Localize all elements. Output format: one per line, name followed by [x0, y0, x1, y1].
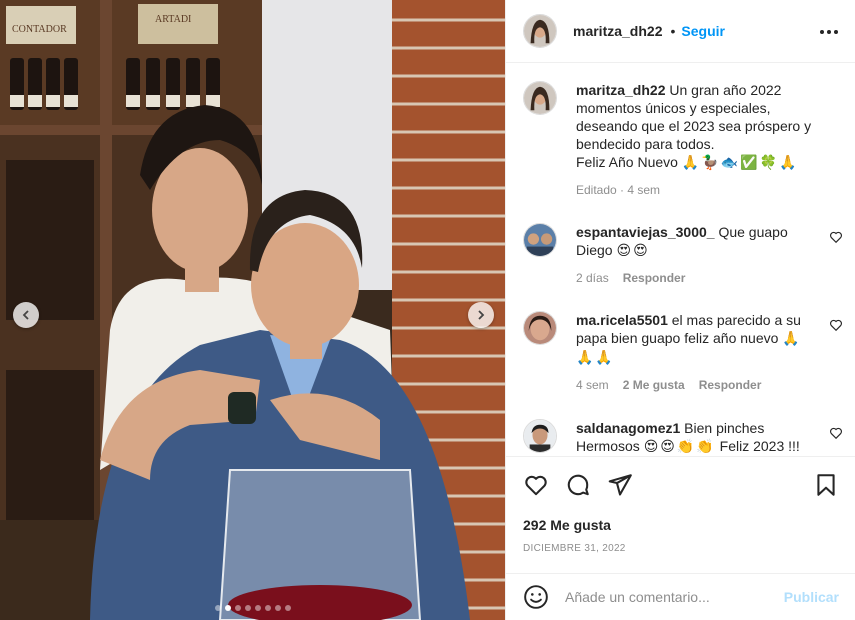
- caption-emojis: 🙏🦆🐟✅🍀🙏: [681, 155, 799, 171]
- author-avatar[interactable]: [523, 14, 557, 48]
- post-photo[interactable]: CONTADOR ARTADI: [0, 0, 505, 620]
- caption: maritza_dh22 Un gran año 2022 momentos ú…: [523, 81, 843, 199]
- follow-button[interactable]: Seguir: [681, 23, 725, 39]
- comment-avatar-image: [524, 312, 556, 344]
- carousel-dot: [224, 605, 231, 611]
- post-actions: 292 Me gusta DICIEMBRE 31, 2022: [506, 456, 855, 572]
- carousel-dot: [274, 605, 281, 611]
- wine-label-2: ARTADI: [155, 14, 191, 25]
- comment-emojis: 😍😍: [616, 243, 650, 259]
- comment-username[interactable]: ma.ricela5501: [576, 312, 668, 328]
- comment-button[interactable]: [565, 472, 591, 498]
- like-comment-button[interactable]: [829, 318, 843, 332]
- comment-item: ma.ricela5501 el mas parecido a su papa …: [523, 311, 843, 394]
- send-icon: [608, 474, 632, 496]
- next-photo-button[interactable]: [468, 302, 494, 328]
- post-header: maritza_dh22 • Seguir: [506, 0, 855, 63]
- comment-avatar-image: [524, 224, 556, 256]
- comment-text-tail: Feliz 2023 !!!: [719, 438, 800, 454]
- share-button[interactable]: [607, 472, 633, 498]
- caption-edited: Editado · 4 sem: [576, 183, 661, 197]
- carousel-dot: [244, 605, 251, 611]
- author-avatar-image: [524, 15, 556, 47]
- comment-item: saldanagomez1 Bien pinches Hermosos 😍😍👏👏…: [523, 419, 843, 456]
- more-icon-dot: [827, 30, 831, 34]
- comment-likes[interactable]: 2 Me gusta: [623, 376, 685, 394]
- comment-text-block: espantaviejas_3000_ Que guapo Diego 😍😍: [576, 223, 816, 260]
- comment-input[interactable]: [565, 589, 784, 605]
- header-separator: •: [670, 23, 676, 39]
- photo-scene: CONTADOR ARTADI: [0, 0, 505, 620]
- comment-text-block: saldanagomez1 Bien pinches Hermosos 😍😍👏👏…: [576, 419, 816, 456]
- carousel-dot: [264, 605, 271, 611]
- author-username[interactable]: maritza_dh22: [573, 23, 662, 39]
- heart-icon: [830, 427, 842, 440]
- comment-icon: [567, 474, 589, 496]
- like-button[interactable]: [523, 472, 549, 498]
- comment-avatar-image: [524, 420, 556, 452]
- more-icon-dot: [834, 30, 838, 34]
- comment-username[interactable]: espantaviejas_3000_: [576, 224, 715, 240]
- comment-text-block: ma.ricela5501 el mas parecido a su papa …: [576, 311, 816, 367]
- reply-button[interactable]: Responder: [623, 269, 686, 287]
- add-comment-bar: Publicar: [506, 573, 855, 620]
- more-icon-dot: [820, 30, 824, 34]
- smiley-icon: [524, 585, 548, 609]
- comment-avatar[interactable]: [523, 223, 557, 257]
- carousel-indicator: [0, 605, 505, 611]
- previous-photo-button[interactable]: [13, 302, 39, 328]
- caption-line2-row: Feliz Año Nuevo 🙏🦆🐟✅🍀🙏: [576, 153, 826, 172]
- comment-emojis: 😍😍👏👏: [643, 439, 716, 455]
- carousel-dot: [214, 605, 221, 611]
- post-side-panel: maritza_dh22 • Seguir maritza_dh22 Un gr…: [505, 0, 855, 620]
- caption-avatar-image: [524, 82, 556, 114]
- bookmark-icon: [817, 474, 835, 496]
- post-date: DICIEMBRE 31, 2022: [523, 543, 626, 554]
- wine-label-1: CONTADOR: [12, 24, 67, 35]
- comment-meta: 4 sem 2 Me gusta Responder: [576, 376, 816, 394]
- likes-count[interactable]: 292 Me gusta: [523, 517, 611, 533]
- reply-button[interactable]: Responder: [699, 376, 762, 394]
- comment-time: 2 días: [576, 271, 609, 285]
- carousel-dot: [284, 605, 291, 611]
- like-comment-button[interactable]: [829, 230, 843, 244]
- comment-avatar[interactable]: [523, 311, 557, 345]
- publish-button[interactable]: Publicar: [784, 589, 839, 605]
- instagram-post: CONTADOR ARTADI maritza_dh22 • Seguir ma…: [0, 0, 855, 620]
- carousel-dot: [234, 605, 241, 611]
- comments-list[interactable]: maritza_dh22 Un gran año 2022 momentos ú…: [506, 64, 855, 456]
- more-options-button[interactable]: [820, 23, 838, 41]
- like-comment-button[interactable]: [829, 426, 843, 440]
- caption-username[interactable]: maritza_dh22: [576, 82, 665, 98]
- save-button[interactable]: [813, 472, 839, 498]
- caption-avatar[interactable]: [523, 81, 557, 115]
- emoji-button[interactable]: [523, 584, 549, 610]
- comment-avatar[interactable]: [523, 419, 557, 453]
- comment-username[interactable]: saldanagomez1: [576, 420, 680, 436]
- comment-item: espantaviejas_3000_ Que guapo Diego 😍😍 2…: [523, 223, 843, 287]
- heart-icon: [830, 319, 842, 332]
- carousel-dot: [254, 605, 261, 611]
- caption-line2: Feliz Año Nuevo: [576, 154, 678, 170]
- action-bar: [523, 472, 839, 498]
- chevron-left-icon: [22, 310, 29, 320]
- caption-text-block: maritza_dh22 Un gran año 2022 momentos ú…: [576, 81, 826, 153]
- comment-meta: 2 días Responder: [576, 269, 816, 287]
- comment-time: 4 sem: [576, 378, 609, 392]
- caption-meta: Editado · 4 sem: [576, 181, 826, 199]
- heart-icon: [830, 231, 842, 244]
- chevron-right-icon: [478, 310, 485, 320]
- heart-icon: [525, 475, 547, 496]
